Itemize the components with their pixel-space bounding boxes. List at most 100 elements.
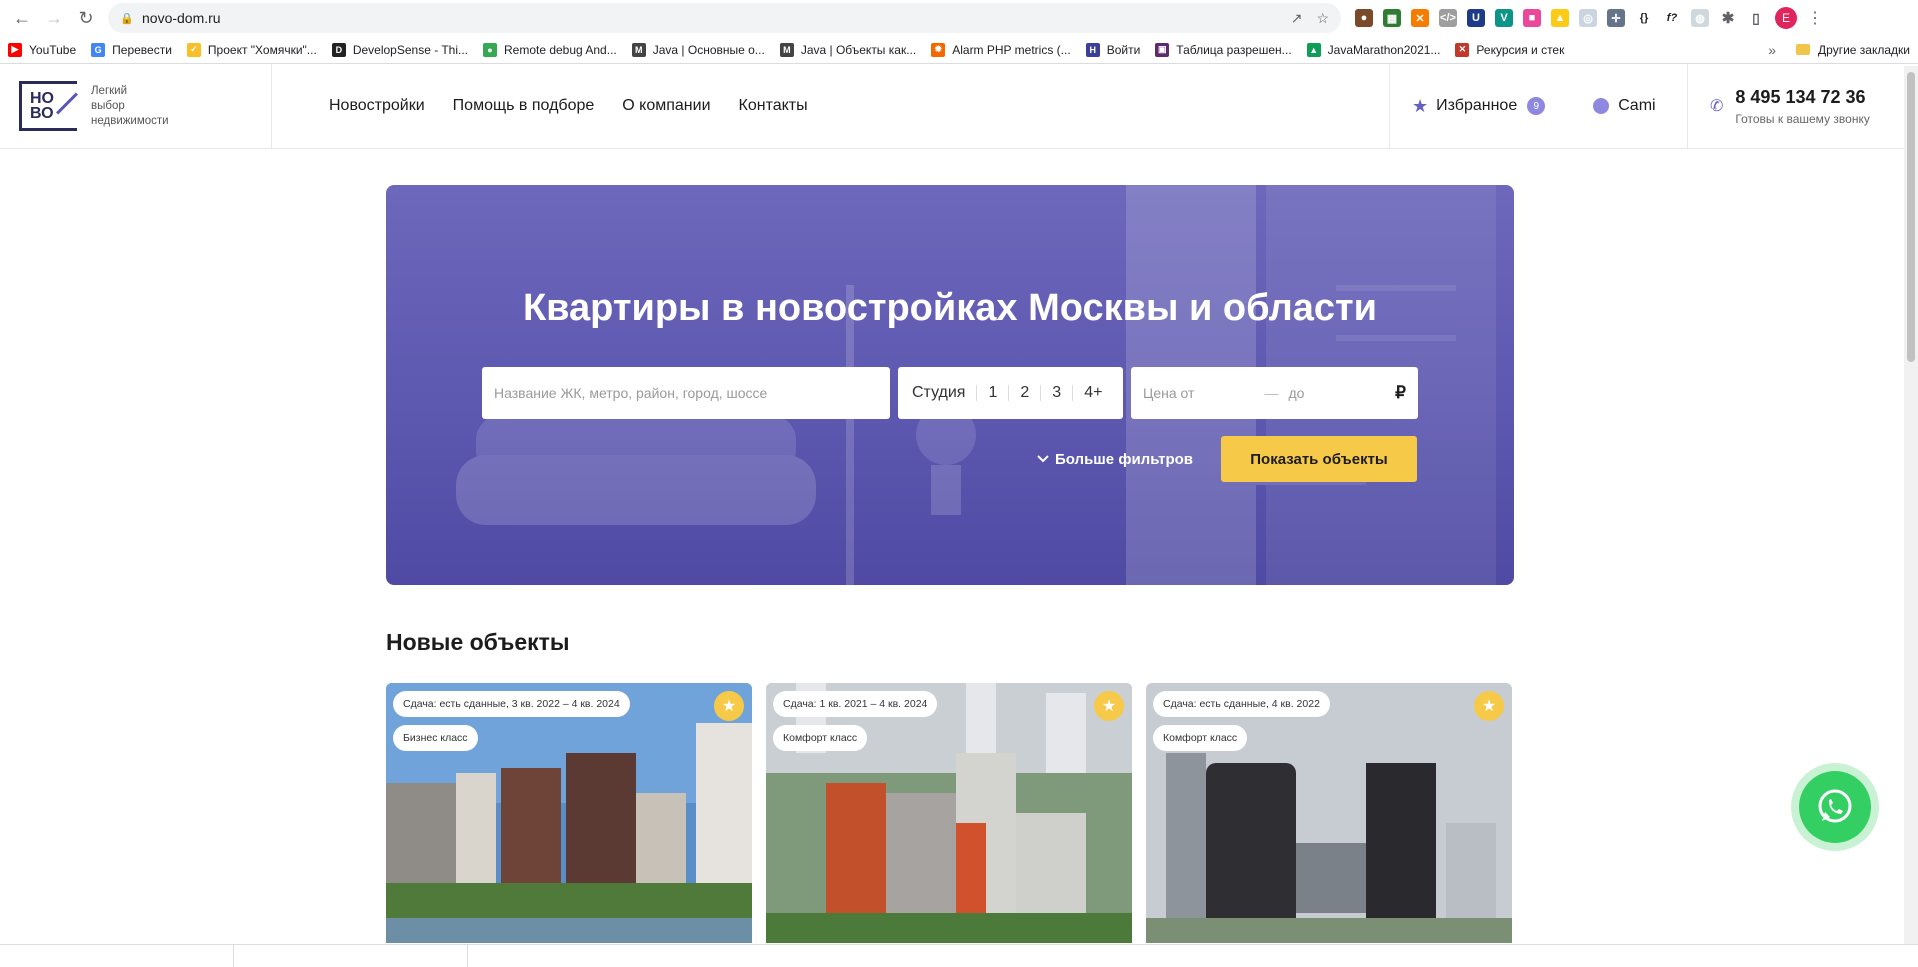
download-item[interactable] bbox=[0, 945, 234, 967]
price-to-field[interactable]: до bbox=[1288, 385, 1304, 401]
ut-extension-icon[interactable]: U bbox=[1467, 9, 1485, 27]
nav-contacts[interactable]: Контакты bbox=[739, 97, 808, 115]
bookmark-favicon-icon: D bbox=[331, 42, 346, 57]
orange-extension-icon[interactable]: ✕ bbox=[1411, 9, 1429, 27]
bookmark-favicon-icon: ✕ bbox=[1455, 42, 1470, 57]
bookmark-item[interactable]: ▣ Таблица разрешен... bbox=[1155, 42, 1292, 57]
bookmark-label: JavaMarathon2021... bbox=[1327, 42, 1441, 57]
sheet-extension-icon[interactable]: ▦ bbox=[1383, 9, 1401, 27]
user-icon bbox=[1593, 98, 1610, 114]
bookmark-label: YouTube bbox=[29, 42, 77, 57]
reload-icon[interactable]: ↻ bbox=[70, 2, 102, 34]
other-bookmarks[interactable]: Другие закладки bbox=[1796, 43, 1910, 57]
code-extension-icon[interactable]: </> bbox=[1439, 9, 1457, 27]
phone-note: Готовы к вашему звонку bbox=[1735, 111, 1870, 126]
side-panel-icon[interactable]: ▯ bbox=[1747, 9, 1765, 27]
room-option-4plus[interactable]: 4+ bbox=[1072, 385, 1113, 401]
bookmark-item[interactable]: ✓ Проект "Хомячки"... bbox=[186, 42, 317, 57]
forward-icon[interactable]: → bbox=[38, 2, 70, 34]
object-card[interactable]: Сдача: 1 кв. 2021 – 4 кв. 2024 Комфорт к… bbox=[766, 683, 1132, 943]
class-tag: Комфорт класс bbox=[773, 725, 868, 751]
bookmark-item[interactable]: ✕ Рекурсия и стек bbox=[1455, 42, 1564, 57]
phone-contact[interactable]: ✆ 8 495 134 72 36 Готовы к вашему звонку bbox=[1687, 64, 1918, 148]
price-from-field[interactable]: Цена от bbox=[1143, 385, 1194, 401]
bookmark-item[interactable]: M Java | Основные о... bbox=[631, 42, 765, 57]
lock-icon[interactable]: 🔒 bbox=[120, 12, 134, 25]
whatsapp-glyph bbox=[1818, 789, 1852, 823]
puzzle-icon[interactable]: ✱ bbox=[1719, 9, 1737, 27]
user-account[interactable]: Cami bbox=[1593, 97, 1656, 115]
bookmark-item[interactable]: H Войти bbox=[1085, 42, 1141, 57]
globe-extension-icon[interactable]: ◍ bbox=[1691, 9, 1709, 27]
pink-extension-icon[interactable]: ■ bbox=[1523, 9, 1541, 27]
scrollbar-thumb[interactable] bbox=[1907, 72, 1915, 362]
room-option-studio[interactable]: Студия bbox=[912, 385, 976, 401]
logo[interactable]: НО ВО Легкий выбор недвижимости bbox=[0, 64, 272, 148]
delivery-tag: Сдача: 1 кв. 2021 – 4 кв. 2024 bbox=[773, 691, 938, 717]
json-extension-icon[interactable]: {} bbox=[1635, 9, 1653, 27]
yellow-extension-icon[interactable]: ▲ bbox=[1551, 9, 1569, 27]
header-actions: ★ Избранное 9 Cami bbox=[1389, 64, 1687, 148]
favorite-star-icon[interactable]: ★ bbox=[714, 691, 744, 721]
whatsapp-button[interactable] bbox=[1791, 763, 1879, 851]
bookmark-item[interactable]: ▶ YouTube bbox=[8, 42, 77, 57]
object-card[interactable]: Сдача: есть сданные, 3 кв. 2022 – 4 кв. … bbox=[386, 683, 752, 943]
chevron-down-icon bbox=[1037, 455, 1049, 463]
favorites-link[interactable]: Избранное bbox=[1436, 97, 1517, 115]
address-bar[interactable]: 🔒 novo-dom.ru ↗ ☆ bbox=[108, 3, 1341, 33]
menu-dots-icon[interactable]: ⋮ bbox=[1807, 8, 1823, 28]
room-option-1[interactable]: 1 bbox=[976, 385, 1008, 401]
user-name: Cami bbox=[1618, 97, 1656, 114]
chevron-double-right-icon[interactable]: » bbox=[1768, 42, 1776, 58]
function-extension-icon[interactable]: f? bbox=[1663, 9, 1681, 27]
browser-toolbar: ← → ↻ 🔒 novo-dom.ru ↗ ☆ ● ▦ ✕ </> U V ■ … bbox=[0, 0, 1918, 36]
whatsapp-icon bbox=[1799, 771, 1871, 843]
download-item[interactable] bbox=[234, 945, 468, 967]
move-extension-icon[interactable]: ✛ bbox=[1607, 9, 1625, 27]
bookmark-item[interactable]: M Java | Объекты как... bbox=[779, 42, 916, 57]
nav-about[interactable]: О компании bbox=[622, 97, 710, 115]
price-dash: — bbox=[1264, 385, 1279, 401]
other-bookmarks-label: Другие закладки bbox=[1818, 42, 1910, 57]
back-icon[interactable]: ← bbox=[6, 2, 38, 34]
new-objects-title: Новые объекты bbox=[386, 629, 570, 655]
bookmark-item[interactable]: D DevelopSense - Thi... bbox=[331, 42, 468, 57]
building-photo bbox=[1146, 683, 1512, 943]
favorites-star-icon[interactable]: ★ bbox=[1412, 96, 1428, 117]
object-card[interactable]: Сдача: есть сданные, 4 кв. 2022 Комфорт … bbox=[1146, 683, 1512, 943]
room-option-3[interactable]: 3 bbox=[1040, 385, 1072, 401]
more-filters-toggle[interactable]: Больше фильтров bbox=[1037, 451, 1193, 468]
bookmark-item[interactable]: ✹ Alarm PHP metrics (... bbox=[931, 42, 1071, 57]
cookie-extension-icon[interactable]: ● bbox=[1355, 9, 1373, 27]
profile-avatar[interactable]: E bbox=[1775, 7, 1797, 29]
bookmark-star-icon[interactable]: ☆ bbox=[1316, 10, 1329, 27]
vue-extension-icon[interactable]: V bbox=[1495, 9, 1513, 27]
room-option-2[interactable]: 2 bbox=[1008, 385, 1040, 401]
search-input[interactable] bbox=[482, 367, 890, 419]
favorite-star-icon[interactable]: ★ bbox=[1094, 691, 1124, 721]
search-actions: Больше фильтров Показать объекты bbox=[1037, 436, 1417, 482]
share-icon[interactable]: ↗ bbox=[1291, 10, 1303, 27]
bookmark-item[interactable]: ▲ JavaMarathon2021... bbox=[1306, 42, 1441, 57]
hero-banner: Квартиры в новостройках Москвы и области… bbox=[386, 185, 1514, 585]
compass-extension-icon[interactable]: ◎ bbox=[1579, 9, 1597, 27]
bookmark-label: Войти bbox=[1106, 42, 1141, 57]
logo-mark: НО ВО bbox=[19, 81, 78, 131]
favorite-star-icon[interactable]: ★ bbox=[1474, 691, 1504, 721]
page-scrollbar[interactable] bbox=[1904, 66, 1918, 944]
address-url[interactable]: novo-dom.ru bbox=[142, 10, 1291, 26]
bookmark-favicon-icon: ▶ bbox=[8, 42, 22, 57]
bookmarks-bar: ▶ YouTube G Перевести ✓ Проект "Хомячки"... D D… bbox=[0, 36, 1918, 64]
phone-number[interactable]: 8 495 134 72 36 bbox=[1735, 87, 1869, 108]
search-form: Студия 1 2 3 4+ Цена от — до ₽ bbox=[482, 367, 1418, 419]
folder-icon bbox=[1796, 44, 1811, 55]
nav-selection-help[interactable]: Помощь в подборе bbox=[453, 97, 595, 115]
bookmark-label: Проект "Хомячки"... bbox=[207, 42, 317, 57]
show-objects-button[interactable]: Показать объекты bbox=[1221, 436, 1417, 482]
bookmark-item[interactable]: ● Remote debug And... bbox=[482, 42, 617, 57]
downloads-bar bbox=[0, 944, 1918, 967]
bookmark-item[interactable]: G Перевести bbox=[91, 42, 172, 57]
building-photo bbox=[766, 683, 1132, 943]
nav-new-buildings[interactable]: Новостройки bbox=[329, 97, 425, 115]
tagline-line-3: недвижимости bbox=[91, 114, 169, 127]
